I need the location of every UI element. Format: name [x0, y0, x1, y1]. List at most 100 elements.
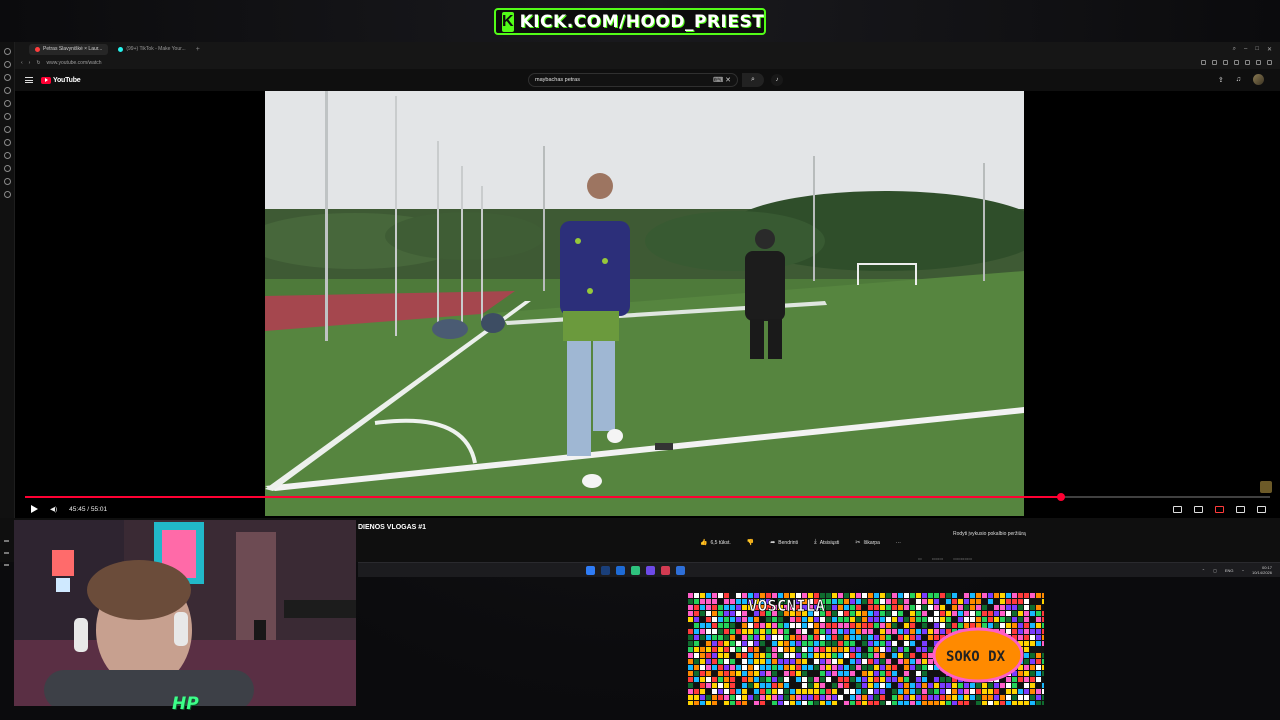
pixel-cell	[982, 605, 987, 610]
search-tabs-icon[interactable]: ⌕	[1233, 46, 1236, 53]
youtube-logo[interactable]: YouTube	[41, 76, 81, 84]
create-icon[interactable]: ⇪	[1218, 76, 1224, 84]
pixel-cell	[730, 593, 735, 598]
app-icon[interactable]	[631, 566, 640, 575]
filter-chip[interactable]: ▭	[918, 556, 922, 561]
forward-icon[interactable]: ›	[29, 60, 31, 66]
extension-icon[interactable]	[1201, 60, 1206, 65]
pixel-cell	[838, 701, 843, 706]
video-player[interactable]: ◀) 45:45 / 55:01	[15, 91, 1280, 518]
pixel-cell	[742, 629, 747, 634]
pixel-cell	[694, 611, 699, 616]
sidebar-app-icon[interactable]	[3, 48, 11, 55]
pixel-cell	[844, 653, 849, 658]
autoplay-toggle-icon[interactable]	[1173, 505, 1182, 513]
back-icon[interactable]: ‹	[21, 60, 23, 66]
extension-icon[interactable]	[1234, 60, 1239, 65]
pixel-cell	[886, 599, 891, 604]
sidebar-app-icon[interactable]	[3, 126, 11, 133]
pixel-cell	[910, 659, 915, 664]
volume-icon[interactable]: ◀)	[50, 505, 57, 513]
sidebar-app-icon[interactable]	[3, 61, 11, 68]
like-button[interactable]: 👍 6,5 tūkst.	[700, 539, 731, 547]
pixel-cell	[718, 665, 723, 670]
clear-search-icon[interactable]: ⌨ ✕	[713, 76, 731, 84]
pixel-cell	[940, 605, 945, 610]
sidebar-app-icon[interactable]	[3, 100, 11, 107]
pixel-cell	[826, 641, 831, 646]
maximize-icon[interactable]: □	[1255, 46, 1259, 53]
pixel-cell	[856, 629, 861, 634]
pixel-cell	[994, 683, 999, 688]
pixel-cell	[754, 665, 759, 670]
chat-replay-toggle[interactable]: Rodyti įvykusio pokalbio peržiūrą	[953, 531, 1026, 537]
extension-icon[interactable]	[1245, 60, 1250, 65]
channel-watermark-icon[interactable]	[1260, 481, 1272, 493]
pixel-cell	[892, 677, 897, 682]
language-indicator[interactable]: ENG	[1225, 568, 1234, 573]
pixel-cell	[874, 695, 879, 700]
dislike-button[interactable]: 👎	[747, 539, 754, 546]
filter-chip[interactable]: ▭▭▭	[932, 556, 943, 561]
pixel-cell	[868, 641, 873, 646]
pixel-cell	[730, 653, 735, 658]
share-button[interactable]: ➦ Bendrinti	[770, 539, 798, 547]
pixel-cell	[1000, 623, 1005, 628]
search-input[interactable]: maybachas petras ⌨ ✕	[528, 73, 738, 87]
app-icon[interactable]	[676, 566, 685, 575]
pixel-cell	[1012, 677, 1017, 682]
start-icon[interactable]	[586, 566, 595, 575]
tab-youtube[interactable]: Petras Slavyniškė × Laur...	[29, 43, 109, 55]
pixel-cell	[718, 689, 723, 694]
app-icon[interactable]	[646, 566, 655, 575]
fullscreen-icon[interactable]	[1257, 505, 1266, 513]
pixel-cell	[718, 683, 723, 688]
close-icon[interactable]: ✕	[1267, 46, 1272, 53]
play-icon[interactable]	[31, 505, 38, 513]
app-icon[interactable]	[661, 566, 670, 575]
tray-app-icon[interactable]: ▢	[1213, 568, 1217, 573]
clock[interactable]: 00:17 10/14/2026	[1252, 565, 1272, 575]
tray-chevron-icon[interactable]: ⌃	[1202, 568, 1205, 573]
app-icon[interactable]	[601, 566, 610, 575]
theater-mode-icon[interactable]	[1236, 505, 1245, 513]
sidebar-app-icon[interactable]	[3, 165, 11, 172]
extension-icon[interactable]	[1256, 60, 1261, 65]
search-button[interactable]: ⌕	[742, 73, 764, 87]
pixel-cell	[688, 677, 693, 682]
filter-chip[interactable]: ▭▭▭▭▭	[953, 556, 972, 561]
notifications-icon[interactable]: ♫	[1236, 76, 1241, 83]
sidebar-app-icon[interactable]	[3, 113, 11, 120]
menu-icon[interactable]	[25, 77, 33, 83]
reload-icon[interactable]: ↻	[36, 60, 40, 66]
subtitles-icon[interactable]	[1194, 505, 1203, 513]
new-tab-icon[interactable]: +	[196, 46, 200, 53]
voice-search-button[interactable]: ♪	[771, 74, 783, 86]
pixel-cell	[1036, 677, 1041, 682]
account-avatar[interactable]	[1253, 74, 1264, 85]
network-icon[interactable]: ◔	[1242, 568, 1244, 573]
video-frame[interactable]	[265, 91, 1024, 516]
extension-icon[interactable]	[1267, 60, 1272, 65]
pixel-cell	[700, 629, 705, 634]
settings-icon[interactable]	[1215, 505, 1224, 513]
sidebar-app-icon[interactable]	[3, 87, 11, 94]
url-field[interactable]: www.youtube.com/watch	[47, 60, 102, 66]
sidebar-app-icon[interactable]	[3, 74, 11, 81]
pixel-cell	[898, 593, 903, 598]
tab-tiktok[interactable]: (99+) TikTok - Make Your...	[112, 44, 191, 55]
pixel-cell	[730, 611, 735, 616]
more-actions-button[interactable]: ···	[896, 539, 901, 546]
sidebar-app-icon[interactable]	[3, 178, 11, 185]
extension-icon[interactable]	[1223, 60, 1228, 65]
minimize-icon[interactable]: –	[1244, 46, 1247, 53]
sidebar-app-icon[interactable]	[3, 191, 11, 198]
app-icon[interactable]	[616, 566, 625, 575]
seek-bar-handle[interactable]	[1056, 493, 1065, 501]
sidebar-app-icon[interactable]	[3, 139, 11, 146]
seek-bar[interactable]	[25, 493, 1270, 501]
extension-icon[interactable]	[1212, 60, 1217, 65]
download-button[interactable]: ⤓ Atsisiųsti	[814, 539, 839, 546]
clip-button[interactable]: ✂ Iškarpa	[855, 539, 879, 547]
sidebar-app-icon[interactable]	[3, 152, 11, 159]
